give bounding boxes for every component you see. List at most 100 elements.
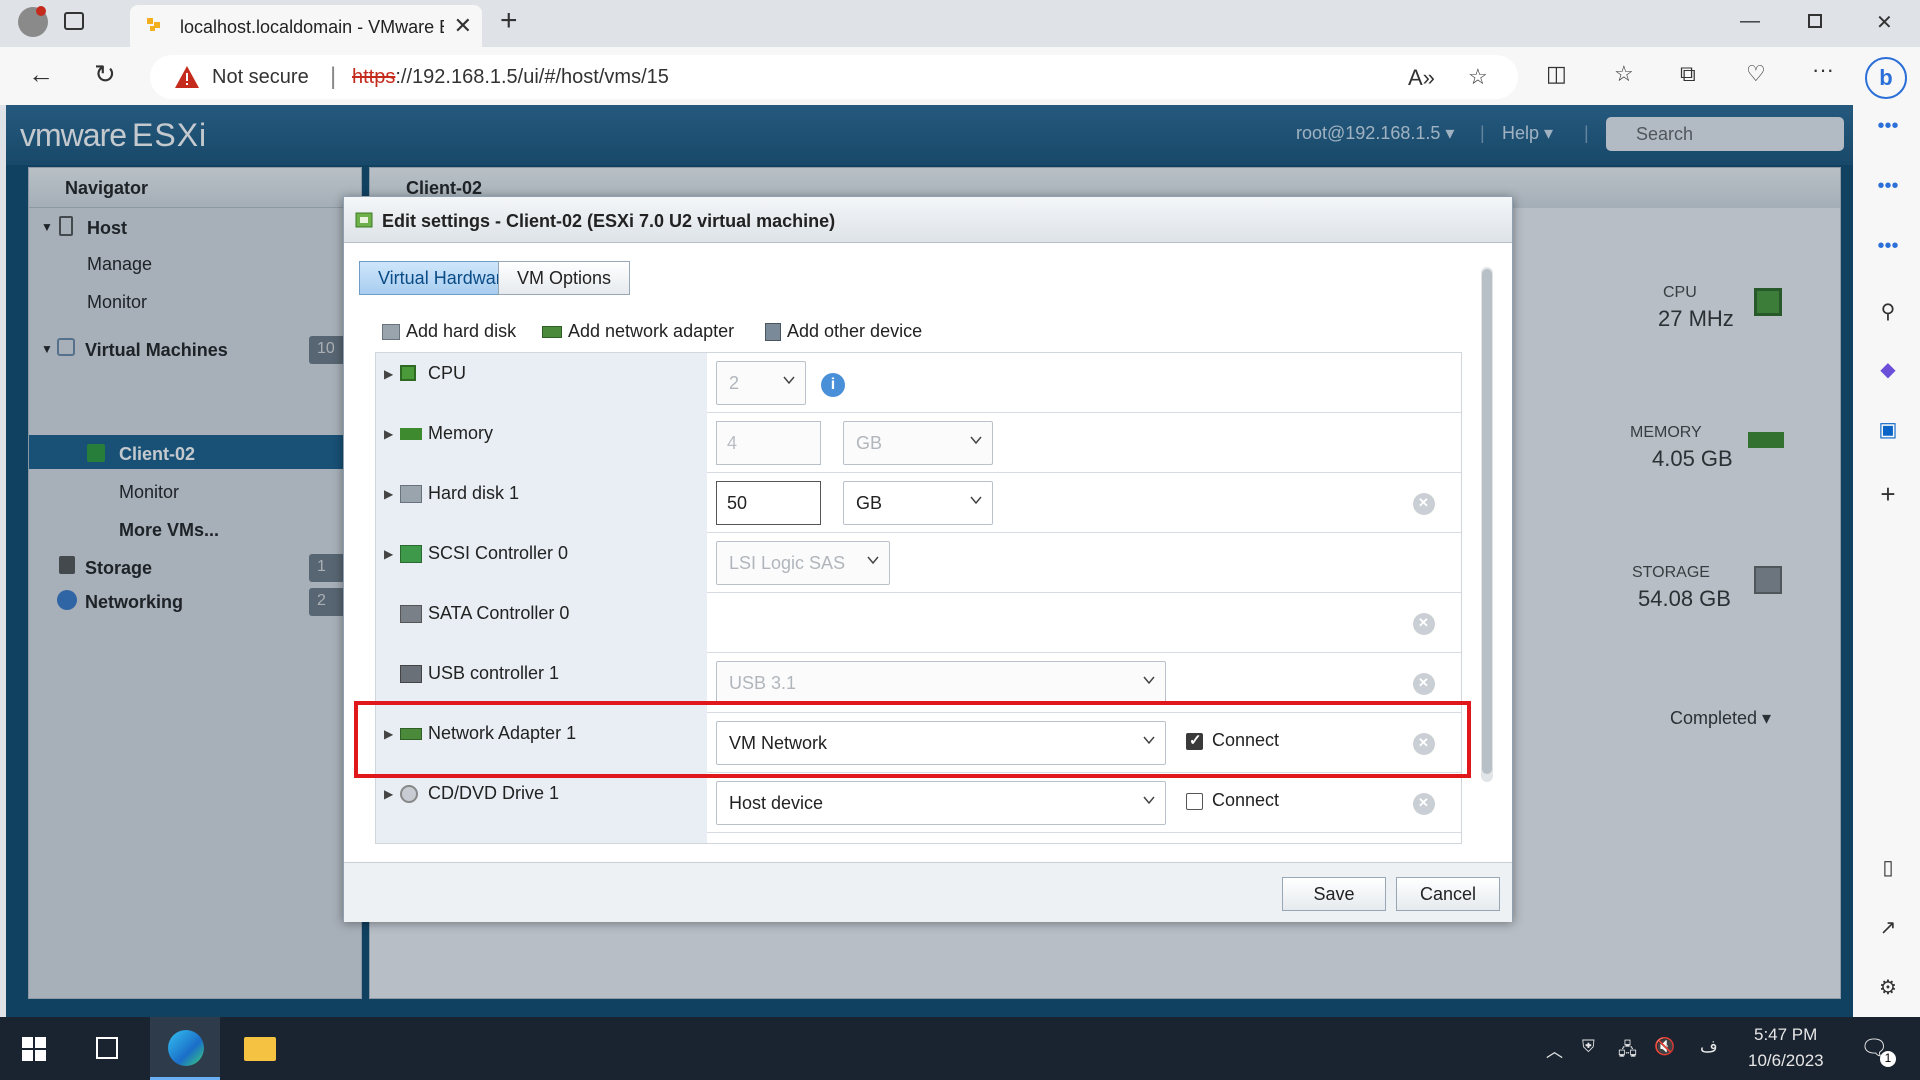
row-memory: ▶ Memory 4 GB bbox=[376, 413, 1461, 473]
bing-chat-icon[interactable]: b bbox=[1865, 57, 1907, 99]
vm-settings-icon bbox=[355, 212, 373, 228]
usb-label: USB controller 1 bbox=[428, 663, 560, 683]
chevron-down-icon bbox=[1143, 676, 1155, 685]
remove-usb-icon[interactable] bbox=[1413, 673, 1435, 695]
close-tab-icon[interactable]: ✕ bbox=[454, 13, 472, 39]
address-bar[interactable]: Not secure | https://192.168.1.5/ui/#/ho… bbox=[150, 55, 1518, 99]
add-network-adapter-button[interactable]: Add network adapter bbox=[542, 321, 734, 342]
expand-memory-icon[interactable]: ▶ bbox=[384, 427, 393, 441]
memory-unit-select[interactable]: GB bbox=[843, 421, 993, 465]
minimize-icon[interactable]: — bbox=[1740, 10, 1760, 33]
collections-icon[interactable]: ⧉ bbox=[1680, 61, 1696, 87]
dialog-titlebar: Edit settings - Client-02 (ESXi 7.0 U2 v… bbox=[344, 197, 1512, 243]
expand-cpu-icon[interactable]: ▶ bbox=[384, 367, 393, 381]
memory-size-input[interactable]: 4 bbox=[716, 421, 821, 465]
row-label-cell: SATA Controller 0 bbox=[376, 593, 707, 653]
cd-dvd-value: Host device bbox=[729, 793, 824, 813]
add-hard-disk-button[interactable]: Add hard disk bbox=[382, 321, 516, 342]
tab-vm-options[interactable]: VM Options bbox=[498, 261, 631, 295]
sata-label: SATA Controller 0 bbox=[428, 603, 570, 623]
add-network-adapter-label: Add network adapter bbox=[568, 321, 735, 341]
keyboard-language[interactable]: ف bbox=[1700, 1037, 1718, 1057]
new-tab-icon[interactable]: + bbox=[500, 4, 518, 38]
row-cpu: ▶ CPU 2 i bbox=[376, 353, 1461, 413]
open-external-icon[interactable]: ↗ bbox=[1873, 915, 1903, 940]
cd-connect-checkbox[interactable] bbox=[1186, 793, 1203, 810]
dialog-scrollbar[interactable] bbox=[1481, 267, 1493, 782]
cpu-count-select[interactable]: 2 bbox=[716, 361, 806, 405]
volume-muted-icon[interactable]: 🔇 bbox=[1654, 1037, 1675, 1057]
more-menu-icon[interactable]: ··· bbox=[1812, 57, 1834, 83]
row-label-cell: ▶ CPU bbox=[376, 353, 707, 413]
expand-hard-disk-icon[interactable]: ▶ bbox=[384, 487, 393, 501]
expand-cd-dvd-icon[interactable]: ▶ bbox=[384, 787, 393, 801]
close-window-icon[interactable]: ✕ bbox=[1876, 10, 1893, 35]
info-icon[interactable]: i bbox=[821, 373, 845, 397]
outlook-icon[interactable]: ▣ bbox=[1873, 417, 1903, 442]
expand-scsi-icon[interactable]: ▶ bbox=[384, 547, 393, 561]
windows-taskbar: ︿ ⛨ 🖧 🔇 ف 5:47 PM 10/6/2023 🗨 1 bbox=[0, 1017, 1920, 1080]
favorites-icon[interactable]: ☆ bbox=[1614, 61, 1634, 87]
edge-taskbar-button[interactable] bbox=[150, 1017, 220, 1080]
url-rest: ://192.168.1.5/ui/#/host/vms/15 bbox=[395, 66, 669, 88]
sidebar-toggle-icon[interactable]: ▯ bbox=[1873, 855, 1903, 880]
task-view-icon[interactable] bbox=[96, 1037, 118, 1059]
tab-title: localhost.localdomain - VMware E bbox=[180, 17, 444, 37]
windows-start-icon[interactable] bbox=[22, 1037, 46, 1061]
cd-dvd-select[interactable]: Host device bbox=[716, 781, 1166, 825]
browser-essentials-icon[interactable]: ♡ bbox=[1746, 61, 1766, 87]
add-other-device-label: Add other device bbox=[787, 321, 923, 341]
read-aloud-icon[interactable]: A» bbox=[1408, 65, 1435, 91]
scrollbar-thumb[interactable] bbox=[1482, 269, 1492, 774]
row-label-cell: ▶ CD/DVD Drive 1 bbox=[376, 773, 707, 833]
remove-sata-icon[interactable] bbox=[1413, 613, 1435, 635]
favorite-star-icon[interactable]: ☆ bbox=[1468, 64, 1488, 90]
tab-actions-icon[interactable] bbox=[64, 12, 84, 30]
copilot-icon[interactable]: ◆ bbox=[1873, 357, 1903, 382]
cpu-label: CPU bbox=[428, 363, 467, 383]
back-icon[interactable]: ← bbox=[28, 59, 54, 90]
row-cd-dvd: ▶ CD/DVD Drive 1 Host device Connect bbox=[376, 773, 1461, 833]
row-scsi: ▶ SCSI Controller 0 LSI Logic SAS bbox=[376, 533, 1461, 593]
refresh-icon[interactable]: ↻ bbox=[94, 59, 116, 90]
remove-hard-disk-icon[interactable] bbox=[1413, 493, 1435, 515]
cancel-button[interactable]: Cancel bbox=[1396, 877, 1500, 911]
browser-tab-strip: localhost.localdomain - VMware E ✕ + — ✕ bbox=[0, 0, 1920, 47]
url-separator: | bbox=[330, 63, 337, 90]
row-label-cell: ▶ Memory bbox=[376, 413, 707, 473]
hard-disk-unit-value: GB bbox=[856, 493, 883, 513]
hard-disk-unit-select[interactable]: GB bbox=[843, 481, 993, 525]
browser-tab[interactable]: localhost.localdomain - VMware E ✕ bbox=[130, 5, 482, 47]
usb-type-select[interactable]: USB 3.1 bbox=[716, 661, 1166, 705]
split-screen-icon[interactable]: ◫ bbox=[1546, 61, 1567, 87]
clock-time[interactable]: 5:47 PM bbox=[1754, 1025, 1817, 1045]
row-partial bbox=[376, 833, 1461, 843]
restore-icon[interactable] bbox=[1808, 14, 1822, 28]
url-text[interactable]: https://192.168.1.5/ui/#/host/vms/15 bbox=[352, 66, 669, 89]
clock-date[interactable]: 10/6/2023 bbox=[1748, 1051, 1824, 1071]
add-app-icon[interactable]: + bbox=[1873, 479, 1903, 510]
settings-gear-icon[interactable]: ⚙ bbox=[1873, 975, 1903, 1000]
scsi-type-select[interactable]: LSI Logic SAS bbox=[716, 541, 890, 585]
chevron-down-icon bbox=[970, 436, 982, 445]
edit-settings-dialog: Edit settings - Client-02 (ESXi 7.0 U2 v… bbox=[343, 196, 1513, 922]
add-other-device-button[interactable]: Add other device bbox=[765, 321, 922, 342]
security-tray-icon[interactable]: ⛨ bbox=[1582, 1037, 1595, 1057]
hard-disk-size-input[interactable]: 50 bbox=[716, 481, 821, 525]
sidebar-app-3-icon[interactable]: ••• bbox=[1873, 235, 1903, 258]
network-tray-icon[interactable]: 🖧 bbox=[1618, 1037, 1637, 1066]
sidebar-app-1-icon[interactable]: ••• bbox=[1873, 115, 1903, 138]
not-secure-label[interactable]: Not secure bbox=[212, 66, 309, 89]
remove-cd-dvd-icon[interactable] bbox=[1413, 793, 1435, 815]
usb-controller-icon bbox=[400, 665, 422, 683]
scsi-type-value: LSI Logic SAS bbox=[729, 553, 846, 573]
chevron-down-icon bbox=[867, 556, 879, 565]
other-device-icon bbox=[765, 323, 781, 342]
save-button[interactable]: Save bbox=[1282, 877, 1386, 911]
search-icon[interactable]: ⚲ bbox=[1873, 299, 1903, 324]
dialog-footer: Save Cancel bbox=[344, 862, 1512, 922]
sidebar-app-2-icon[interactable]: ••• bbox=[1873, 175, 1903, 198]
row-hard-disk: ▶ Hard disk 1 50 GB bbox=[376, 473, 1461, 533]
show-hidden-icons[interactable]: ︿ bbox=[1546, 1037, 1563, 1062]
file-explorer-icon[interactable] bbox=[244, 1037, 276, 1061]
